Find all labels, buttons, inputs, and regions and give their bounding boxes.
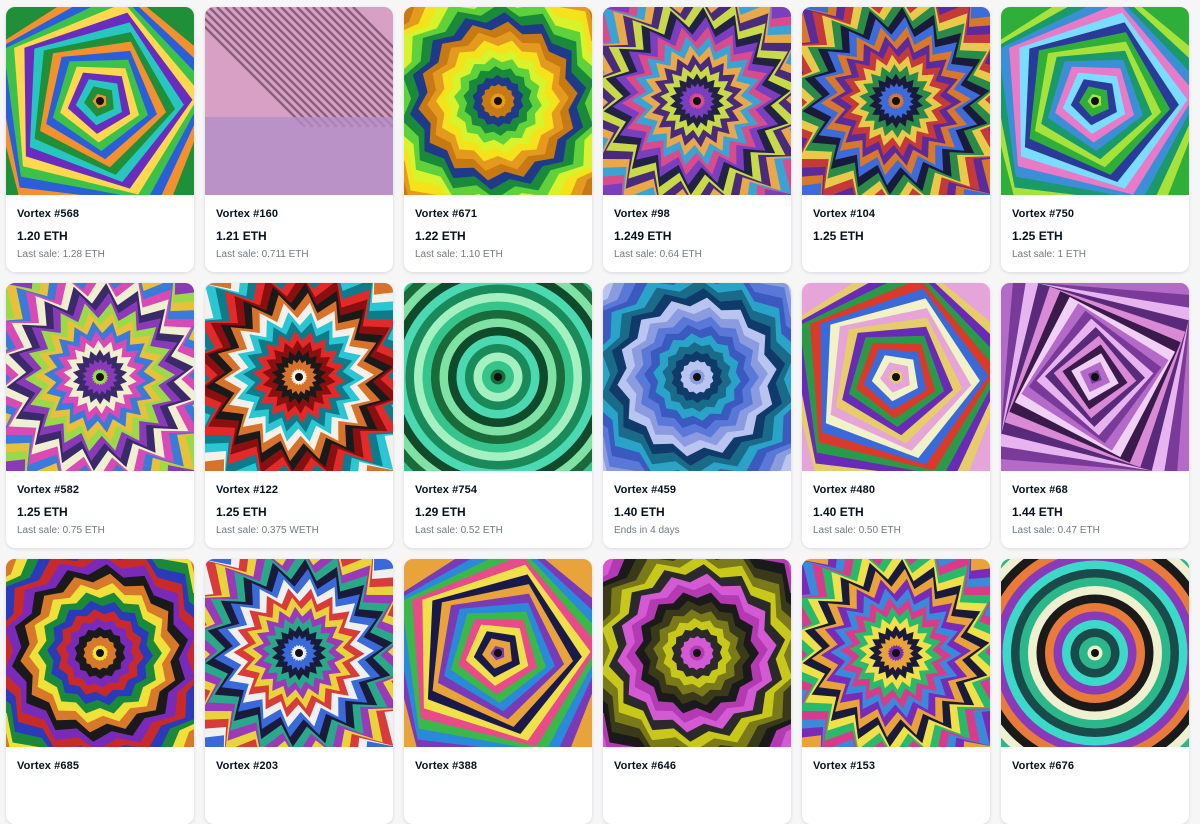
card-info: Vortex #388	[404, 747, 592, 773]
nft-price: 1.21 ETH	[216, 229, 267, 243]
nft-artwork-image[interactable]	[603, 559, 791, 747]
card-info: Vortex #459 1.40 ETH Ends in 4 days	[603, 471, 791, 537]
card-info: Vortex #203	[205, 747, 393, 773]
nft-last-sale: Last sale: 0.47 ETH	[1012, 525, 1100, 536]
nft-title: Vortex #754	[415, 484, 478, 496]
nft-artwork-image[interactable]	[1001, 7, 1189, 195]
nft-last-sale: Last sale: 0.711 ETH	[216, 249, 309, 260]
card-info: Vortex #68 1.44 ETH Last sale: 0.47 ETH	[1001, 471, 1189, 537]
nft-artwork-image[interactable]	[802, 7, 990, 195]
nft-card[interactable]: Vortex #568 1.20 ETH Last sale: 1.28 ETH	[6, 7, 194, 272]
nft-title: Vortex #480	[813, 484, 876, 496]
nft-card[interactable]: Vortex #676	[1001, 559, 1189, 824]
nft-artwork-image[interactable]	[205, 283, 393, 471]
collection-grid: Vortex #568 1.20 ETH Last sale: 1.28 ETH Vo…	[6, 7, 1189, 824]
nft-artwork-image[interactable]	[205, 559, 393, 747]
nft-card[interactable]: Vortex #153	[802, 559, 990, 824]
card-info: Vortex #671 1.22 ETH Last sale: 1.10 ETH	[404, 195, 592, 261]
nft-artwork-image[interactable]	[6, 283, 194, 471]
nft-card[interactable]: Vortex #750 1.25 ETH Last sale: 1 ETH	[1001, 7, 1189, 272]
nft-artwork-image[interactable]	[802, 283, 990, 471]
nft-title: Vortex #582	[17, 484, 80, 496]
card-info: Vortex #582 1.25 ETH Last sale: 0.75 ETH	[6, 471, 194, 537]
nft-title: Vortex #459	[614, 484, 677, 496]
nft-price: 1.249 ETH	[614, 229, 672, 243]
nft-card[interactable]: Vortex #122 1.25 ETH Last sale: 0.375 WETH	[205, 283, 393, 548]
nft-artwork-image[interactable]	[404, 283, 592, 471]
nft-price: 1.25 ETH	[216, 505, 267, 519]
nft-card[interactable]: Vortex #582 1.25 ETH Last sale: 0.75 ETH	[6, 283, 194, 548]
card-info: Vortex #568 1.20 ETH Last sale: 1.28 ETH	[6, 195, 194, 261]
nft-card[interactable]: Vortex #480 1.40 ETH Last sale: 0.50 ETH	[802, 283, 990, 548]
nft-card[interactable]: Vortex #459 1.40 ETH Ends in 4 days	[603, 283, 791, 548]
nft-last-sale: Last sale: 0.75 ETH	[17, 525, 105, 536]
nft-title: Vortex #160	[216, 208, 279, 220]
nft-card[interactable]: Vortex #685	[6, 559, 194, 824]
nft-price: 1.20 ETH	[17, 229, 68, 243]
nft-card[interactable]: Vortex #754 1.29 ETH Last sale: 0.52 ETH	[404, 283, 592, 548]
nft-price: 1.25 ETH	[17, 505, 68, 519]
nft-card[interactable]: Vortex #160 1.21 ETH Last sale: 0.711 ETH	[205, 7, 393, 272]
nft-card[interactable]: Vortex #104 1.25 ETH	[802, 7, 990, 272]
nft-title: Vortex #98	[614, 208, 670, 220]
nft-last-sale: Last sale: 1.10 ETH	[415, 249, 503, 260]
nft-title: Vortex #568	[17, 208, 80, 220]
card-info: Vortex #676	[1001, 747, 1189, 773]
nft-last-sale: Last sale: 0.375 WETH	[216, 525, 319, 536]
nft-artwork-image[interactable]	[6, 7, 194, 195]
nft-artwork-image[interactable]	[603, 7, 791, 195]
nft-title: Vortex #676	[1012, 760, 1075, 772]
nft-last-sale: Last sale: 0.52 ETH	[415, 525, 503, 536]
nft-title: Vortex #104	[813, 208, 876, 220]
nft-card[interactable]: Vortex #671 1.22 ETH Last sale: 1.10 ETH	[404, 7, 592, 272]
nft-title: Vortex #122	[216, 484, 279, 496]
card-info: Vortex #480 1.40 ETH Last sale: 0.50 ETH	[802, 471, 990, 537]
card-info: Vortex #646	[603, 747, 791, 773]
nft-price: 1.22 ETH	[415, 229, 466, 243]
card-info: Vortex #160 1.21 ETH Last sale: 0.711 ETH	[205, 195, 393, 261]
nft-price: 1.29 ETH	[415, 505, 466, 519]
nft-artwork-image[interactable]	[205, 7, 393, 195]
nft-price: 1.25 ETH	[813, 229, 864, 243]
nft-title: Vortex #153	[813, 760, 876, 772]
card-info: Vortex #750 1.25 ETH Last sale: 1 ETH	[1001, 195, 1189, 261]
card-info: Vortex #685	[6, 747, 194, 773]
nft-artwork-image[interactable]	[802, 559, 990, 747]
nft-price: 1.40 ETH	[614, 505, 665, 519]
nft-title: Vortex #750	[1012, 208, 1075, 220]
card-info: Vortex #754 1.29 ETH Last sale: 0.52 ETH	[404, 471, 592, 537]
nft-last-sale: Last sale: 1.28 ETH	[17, 249, 105, 260]
nft-card[interactable]: Vortex #68 1.44 ETH Last sale: 0.47 ETH	[1001, 283, 1189, 548]
nft-artwork-image[interactable]	[1001, 559, 1189, 747]
nft-artwork-image[interactable]	[1001, 283, 1189, 471]
nft-last-sale: Last sale: 0.50 ETH	[813, 525, 901, 536]
nft-price: 1.25 ETH	[1012, 229, 1063, 243]
card-info: Vortex #104 1.25 ETH	[802, 195, 990, 244]
nft-artwork-image[interactable]	[603, 283, 791, 471]
nft-card[interactable]: Vortex #388	[404, 559, 592, 824]
nft-price: 1.44 ETH	[1012, 505, 1063, 519]
card-info: Vortex #153	[802, 747, 990, 773]
nft-title: Vortex #388	[415, 760, 478, 772]
nft-card[interactable]: Vortex #203	[205, 559, 393, 824]
card-info: Vortex #98 1.249 ETH Last sale: 0.64 ETH	[603, 195, 791, 261]
nft-title: Vortex #68	[1012, 484, 1068, 496]
nft-title: Vortex #671	[415, 208, 478, 220]
nft-card[interactable]: Vortex #98 1.249 ETH Last sale: 0.64 ETH	[603, 7, 791, 272]
nft-artwork-image[interactable]	[404, 559, 592, 747]
nft-title: Vortex #203	[216, 760, 279, 772]
nft-title: Vortex #646	[614, 760, 677, 772]
nft-card[interactable]: Vortex #646	[603, 559, 791, 824]
nft-last-sale: Ends in 4 days	[614, 525, 680, 536]
nft-price: 1.40 ETH	[813, 505, 864, 519]
nft-last-sale: Last sale: 1 ETH	[1012, 249, 1086, 260]
nft-artwork-image[interactable]	[404, 7, 592, 195]
nft-artwork-image[interactable]	[6, 559, 194, 747]
nft-title: Vortex #685	[17, 760, 80, 772]
card-info: Vortex #122 1.25 ETH Last sale: 0.375 WETH	[205, 471, 393, 537]
nft-last-sale: Last sale: 0.64 ETH	[614, 249, 702, 260]
